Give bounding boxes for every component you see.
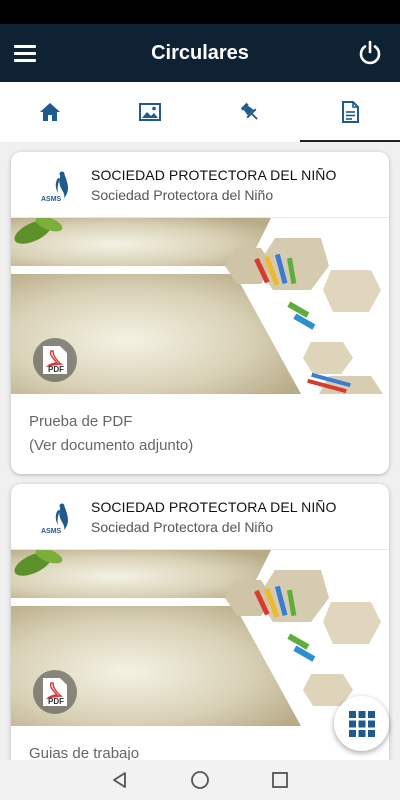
apps-grid-fab[interactable] xyxy=(334,696,389,751)
card-body: Guias de trabajo xyxy=(11,726,389,760)
card-body: Prueba de PDF (Ver documento adjunto) xyxy=(11,394,389,472)
menu-icon-line xyxy=(14,58,36,62)
pdf-badge-label: PDF xyxy=(48,697,64,706)
card-cover-image[interactable]: PDF xyxy=(11,550,389,726)
system-navigation-bar xyxy=(0,760,400,800)
tab-pinned[interactable] xyxy=(200,82,300,142)
card-cover-image[interactable]: PDF xyxy=(11,218,389,394)
card-header: ASMS SOCIEDAD PROTECTORA DEL NIÑO Socied… xyxy=(11,484,389,550)
card-title: SOCIEDAD PROTECTORA DEL NIÑO xyxy=(91,498,337,515)
pin-icon xyxy=(240,102,258,120)
page-title: Circulares xyxy=(151,41,249,64)
tab-circulares[interactable] xyxy=(300,82,400,142)
circular-card[interactable]: ASMS SOCIEDAD PROTECTORA DEL NIÑO Socied… xyxy=(11,152,389,474)
school-logo: ASMS xyxy=(37,494,83,540)
grid-icon xyxy=(348,710,375,737)
card-subtitle: Sociedad Protectora del Niño xyxy=(91,186,274,203)
menu-button[interactable] xyxy=(14,41,46,65)
status-bar xyxy=(0,0,400,24)
logo-text: ASMS xyxy=(41,527,62,535)
menu-icon-line xyxy=(14,51,36,55)
card-header: ASMS SOCIEDAD PROTECTORA DEL NIÑO Socied… xyxy=(11,152,389,218)
circular-description: (Ver documento adjunto) xyxy=(29,437,194,454)
back-triangle-icon xyxy=(113,772,126,788)
circulares-list[interactable]: ASMS SOCIEDAD PROTECTORA DEL NIÑO Socied… xyxy=(0,142,400,760)
pdf-badge-label: PDF xyxy=(48,365,64,374)
power-icon xyxy=(359,40,381,65)
nav-back-button[interactable] xyxy=(108,768,132,792)
pdf-attachment-badge[interactable]: PDF xyxy=(33,670,77,714)
tab-home[interactable] xyxy=(0,82,100,142)
app-bar: Circulares xyxy=(0,24,400,82)
power-button[interactable] xyxy=(356,39,384,67)
recents-square-icon xyxy=(272,772,288,788)
nav-recents-button[interactable] xyxy=(268,768,292,792)
circular-title: Guias de trabajo xyxy=(29,745,140,760)
tab-gallery[interactable] xyxy=(100,82,200,142)
document-icon xyxy=(342,101,359,123)
home-icon xyxy=(40,103,60,121)
school-logo: ASMS xyxy=(37,162,83,208)
nav-home-button[interactable] xyxy=(188,768,212,792)
pdf-attachment-badge[interactable]: PDF xyxy=(33,338,77,382)
menu-icon-line xyxy=(14,44,36,48)
logo-text: ASMS xyxy=(41,195,62,203)
card-subtitle: Sociedad Protectora del Niño xyxy=(91,518,274,535)
circular-card[interactable]: ASMS SOCIEDAD PROTECTORA DEL NIÑO Socied… xyxy=(11,484,389,760)
circular-title: Prueba de PDF xyxy=(29,413,133,430)
tab-bar xyxy=(0,82,400,142)
image-icon xyxy=(139,103,161,121)
card-title: SOCIEDAD PROTECTORA DEL NIÑO xyxy=(91,166,337,183)
home-circle-icon xyxy=(191,771,209,789)
